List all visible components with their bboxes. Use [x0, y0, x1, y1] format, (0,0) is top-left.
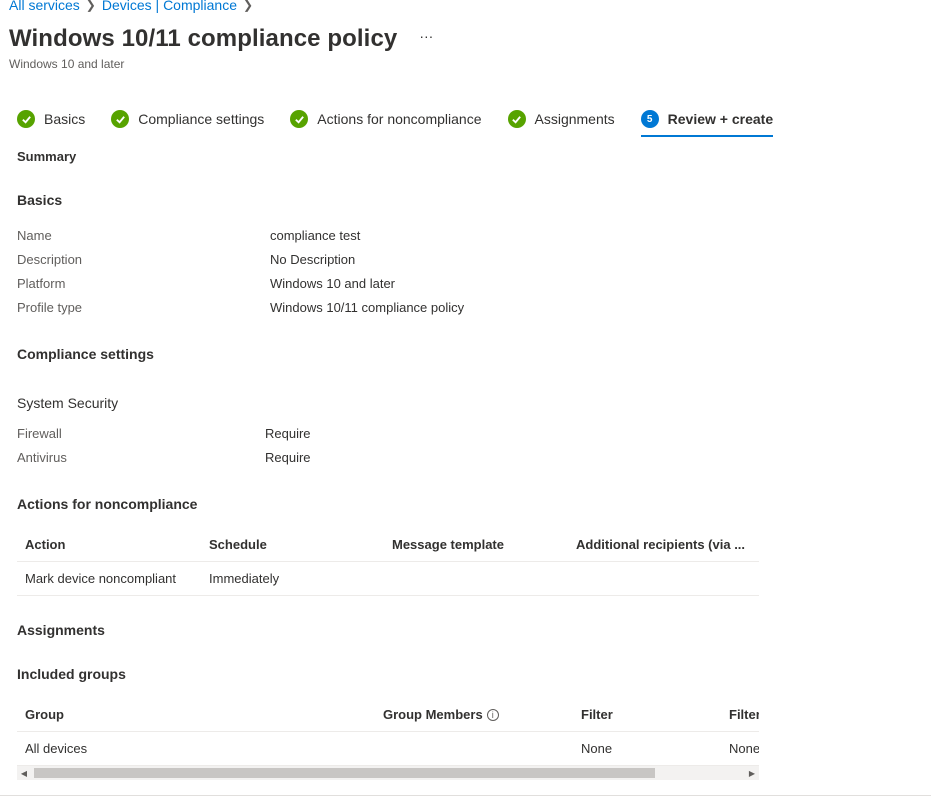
table-row[interactable]: Mark device noncompliant Immediately — [17, 562, 759, 596]
horizontal-scrollbar[interactable]: ◀ ▶ — [17, 766, 759, 780]
checkmark-icon — [507, 110, 526, 128]
summary-heading: Summary — [17, 149, 77, 164]
group-cell: All devices — [25, 741, 88, 756]
breadcrumb-all-services[interactable]: All services — [9, 0, 80, 13]
column-header-filter[interactable]: Filter — [581, 698, 613, 731]
name-value: compliance test — [270, 228, 361, 243]
system-security-heading: System Security — [17, 395, 119, 411]
firewall-value: Require — [265, 426, 311, 441]
table-header: Group Group Members i Filter Filter — [17, 698, 759, 732]
scroll-right-icon[interactable]: ▶ — [745, 766, 759, 780]
schedule-cell: Immediately — [209, 571, 280, 586]
scrollbar-thumb[interactable] — [34, 768, 655, 778]
page-title: Windows 10/11 compliance policy — [9, 25, 398, 52]
column-header-action[interactable]: Action — [25, 528, 65, 561]
column-header-additional-recipients[interactable]: Additional recipients (via ... — [576, 528, 756, 561]
tab-label: Review + create — [667, 111, 774, 127]
column-header-group-members[interactable]: Group Members i — [383, 698, 499, 731]
column-header-group[interactable]: Group — [25, 698, 64, 731]
chevron-right-icon: ❯ — [85, 0, 96, 12]
filter-mode-cell: None — [729, 741, 759, 756]
divider — [0, 795, 931, 796]
tab-assignments[interactable]: Assignments — [507, 107, 615, 131]
profile-type-value: Windows 10/11 compliance policy — [270, 300, 465, 315]
description-label: Description — [17, 252, 83, 267]
table-header: Action Schedule Message template Additio… — [17, 528, 759, 562]
breadcrumb-devices-compliance[interactable]: Devices | Compliance — [102, 0, 237, 13]
description-value: No Description — [270, 252, 356, 267]
column-header-message-template[interactable]: Message template — [392, 528, 504, 561]
checkmark-icon — [111, 110, 130, 128]
basics-heading: Basics — [17, 192, 63, 208]
tab-actions-for-noncompliance[interactable]: Actions for noncompliance — [290, 107, 482, 131]
assignments-heading: Assignments — [17, 622, 105, 638]
antivirus-value: Require — [265, 450, 311, 465]
compliance-settings-heading: Compliance settings — [17, 346, 154, 362]
tab-compliance-settings[interactable]: Compliance settings — [111, 107, 264, 131]
filter-cell: None — [581, 741, 613, 756]
actions-heading: Actions for noncompliance — [17, 496, 198, 512]
tab-label: Compliance settings — [138, 111, 265, 127]
chevron-right-icon: ❯ — [243, 0, 254, 12]
info-icon[interactable]: i — [486, 708, 499, 721]
actions-table: Action Schedule Message template Additio… — [17, 528, 759, 596]
action-cell: Mark device noncompliant — [25, 571, 177, 586]
step-number-badge: 5 — [640, 110, 659, 128]
checkmark-icon — [290, 110, 309, 128]
included-groups-table: Group Group Members i Filter Filter All … — [17, 698, 759, 766]
table-row[interactable]: All devices None None — [17, 732, 759, 766]
tab-label: Basics — [44, 111, 86, 127]
group-members-label: Group Members — [383, 707, 483, 722]
more-options-button[interactable]: ··· — [419, 28, 433, 44]
wizard-steps: Basics Compliance settings Actions for n… — [17, 107, 799, 137]
scroll-left-icon[interactable]: ◀ — [17, 766, 31, 780]
tab-basics[interactable]: Basics — [17, 107, 85, 131]
column-header-filter-mode[interactable]: Filter — [729, 698, 759, 731]
platform-label: Platform — [17, 276, 66, 291]
checkmark-icon — [17, 110, 35, 128]
column-header-schedule[interactable]: Schedule — [209, 528, 267, 561]
breadcrumb: All services ❯ Devices | Compliance ❯ — [9, 0, 259, 13]
name-label: Name — [17, 228, 52, 243]
firewall-label: Firewall — [17, 426, 62, 441]
profile-type-label: Profile type — [17, 300, 83, 315]
page-subtitle: Windows 10 and later — [9, 57, 125, 71]
included-groups-heading: Included groups — [17, 666, 126, 682]
tab-review-create[interactable]: 5 Review + create — [640, 107, 774, 137]
antivirus-label: Antivirus — [17, 450, 67, 465]
platform-value: Windows 10 and later — [270, 276, 396, 291]
tab-label: Actions for noncompliance — [317, 111, 482, 127]
tab-label: Assignments — [534, 111, 615, 127]
title-row: Windows 10/11 compliance policy ··· — [9, 25, 433, 53]
